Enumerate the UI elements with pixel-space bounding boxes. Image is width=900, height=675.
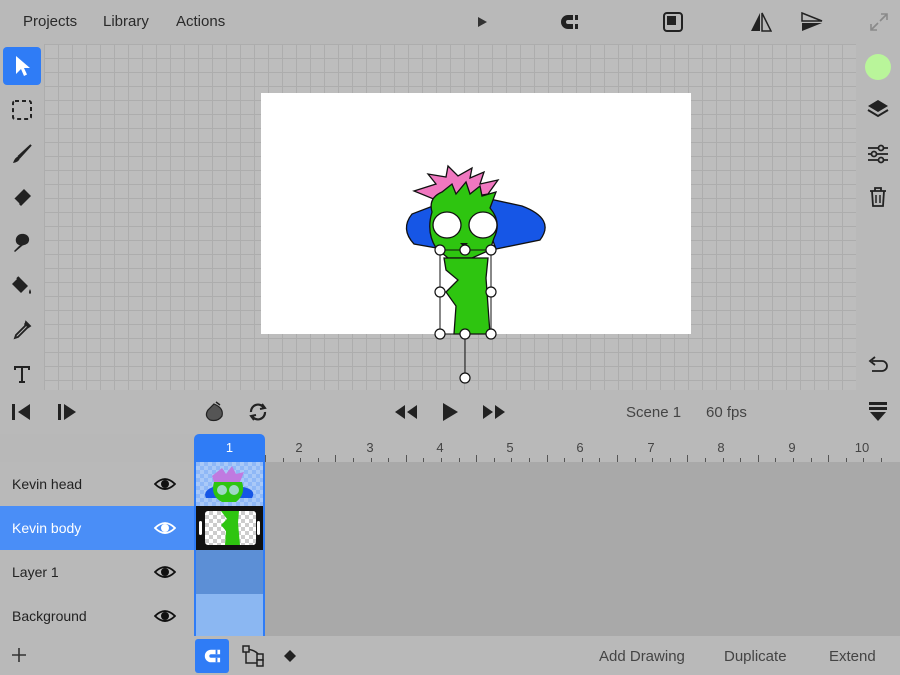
canvas-area[interactable] <box>44 44 856 390</box>
ruler-tick <box>757 455 759 462</box>
magnet-icon[interactable] <box>556 10 582 34</box>
frame-ruler[interactable]: 2 3 4 5 6 7 8 9 10 <box>194 434 900 462</box>
frame-1-column[interactable] <box>194 462 265 636</box>
rewind-icon[interactable] <box>393 402 419 427</box>
flip-vertical-icon[interactable] <box>799 10 825 34</box>
frame-number[interactable]: 8 <box>711 440 731 455</box>
previous-frame-icon[interactable] <box>10 402 32 427</box>
fast-forward-icon[interactable] <box>481 402 507 427</box>
next-frame-icon[interactable] <box>56 402 78 427</box>
current-frame-header[interactable]: 1 <box>194 434 265 462</box>
ruler-tick <box>687 455 689 462</box>
thumbnail-body <box>205 511 256 545</box>
text-tool-icon[interactable] <box>3 355 41 393</box>
fullscreen-icon[interactable] <box>866 10 892 34</box>
layer-row-kevin-body[interactable]: Kevin body <box>0 506 194 550</box>
add-drawing-button[interactable]: Add Drawing <box>599 648 685 665</box>
layer-name: Layer 1 <box>12 564 59 580</box>
frame-number[interactable]: 3 <box>360 440 380 455</box>
frame-cell-background[interactable] <box>196 594 263 636</box>
add-layer-icon[interactable] <box>10 646 28 669</box>
frame-cell-kevin-body[interactable] <box>196 506 263 550</box>
trim-handle-left[interactable] <box>199 521 202 535</box>
tool-palette <box>0 44 44 390</box>
ruler-tick <box>828 455 830 462</box>
current-color-swatch[interactable] <box>865 54 891 80</box>
frame-number[interactable]: 10 <box>852 440 872 455</box>
bottom-bar: Add Drawing Duplicate Extend <box>0 636 900 675</box>
frame-number[interactable]: 4 <box>430 440 450 455</box>
ruler-tick <box>546 455 548 462</box>
fps-label[interactable]: 60 fps <box>706 404 747 421</box>
timeline-tracks[interactable] <box>194 462 900 636</box>
keyframe-diamond-icon[interactable] <box>283 649 297 668</box>
eye-icon[interactable] <box>154 562 176 582</box>
ruler-tick <box>617 455 618 462</box>
scene-label[interactable]: Scene 1 <box>626 404 681 421</box>
layer-name: Kevin head <box>12 476 83 492</box>
transport-bar: Scene 1 60 fps <box>0 390 900 434</box>
frame-number[interactable]: 2 <box>289 440 309 455</box>
onion-skin-icon[interactable] <box>202 400 226 429</box>
select-arrow-icon[interactable] <box>3 47 41 85</box>
layer-name: Background <box>12 608 87 624</box>
ruler-tick <box>335 455 337 462</box>
timeline-collapse-icon[interactable] <box>867 400 889 427</box>
top-bar: Projects Library Actions <box>0 0 900 44</box>
extend-button[interactable]: Extend <box>829 648 876 665</box>
ruler-tick <box>265 455 266 462</box>
layer-row-kevin-head[interactable]: Kevin head <box>0 462 194 506</box>
layer-row-background[interactable]: Background <box>0 594 194 638</box>
layer-name: Kevin body <box>12 520 82 536</box>
fill-bucket-icon[interactable] <box>3 267 41 305</box>
trash-icon[interactable] <box>866 185 890 214</box>
actions-menu[interactable]: Actions <box>176 13 225 30</box>
right-panel <box>856 44 900 390</box>
play-button-icon[interactable] <box>440 401 460 428</box>
marquee-select-icon[interactable] <box>3 91 41 129</box>
eye-icon[interactable] <box>154 474 176 494</box>
ruler-tick <box>476 455 478 462</box>
eyedropper-icon[interactable] <box>3 311 41 349</box>
character-drawing[interactable] <box>44 44 856 390</box>
layer-list: Kevin head Kevin body Layer 1 Background <box>0 462 194 636</box>
adjustments-icon[interactable] <box>866 142 890 171</box>
eraser-icon[interactable] <box>3 179 41 217</box>
brush-icon[interactable] <box>3 135 41 173</box>
frame-number[interactable]: 9 <box>782 440 802 455</box>
layers-icon[interactable] <box>866 98 890 127</box>
frame-icon[interactable] <box>660 10 686 34</box>
eye-icon[interactable] <box>154 518 176 538</box>
library-menu[interactable]: Library <box>103 13 149 30</box>
trim-handle-right[interactable] <box>257 521 260 535</box>
smudge-icon[interactable] <box>3 223 41 261</box>
frame-number[interactable]: 7 <box>641 440 661 455</box>
eye-icon[interactable] <box>154 606 176 626</box>
path-nodes-icon[interactable] <box>241 644 265 673</box>
ruler-tick <box>405 455 407 462</box>
projects-menu[interactable]: Projects <box>23 13 77 30</box>
frame-cell-layer-1[interactable] <box>196 550 263 594</box>
thumbnail-head <box>205 466 254 502</box>
frame-number[interactable]: 6 <box>570 440 590 455</box>
flip-horizontal-icon[interactable] <box>748 10 774 34</box>
frame-number[interactable]: 5 <box>500 440 520 455</box>
play-icon[interactable] <box>469 10 495 34</box>
loop-icon[interactable] <box>246 400 270 429</box>
frame-cell-kevin-head[interactable] <box>196 462 263 506</box>
duplicate-button[interactable]: Duplicate <box>724 648 787 665</box>
magnet-snap-icon[interactable] <box>195 639 229 673</box>
layer-row-layer-1[interactable]: Layer 1 <box>0 550 194 594</box>
undo-icon[interactable] <box>866 355 890 382</box>
